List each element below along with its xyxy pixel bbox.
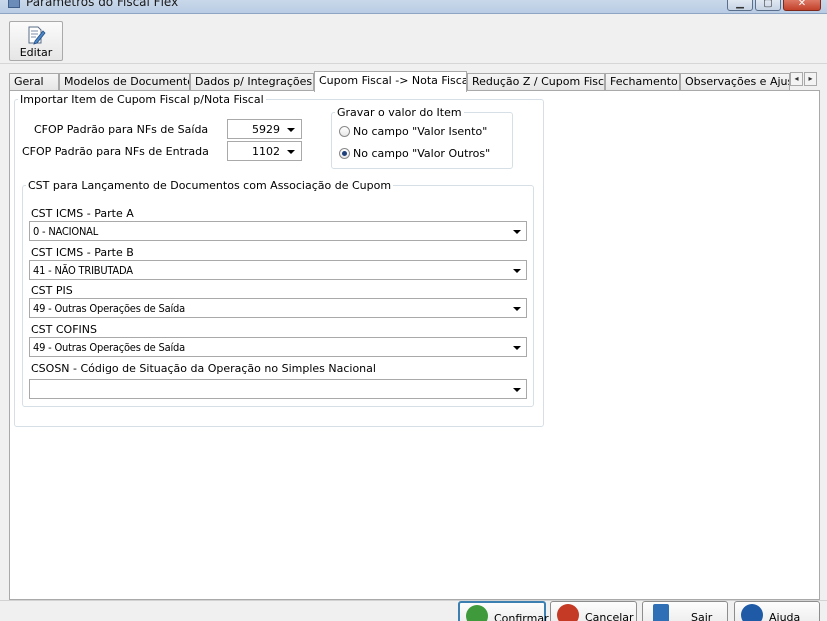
bottom-button-bar: Confirmar Cancelar Sair Ajuda — [0, 600, 827, 621]
csosn-select[interactable] — [29, 379, 527, 399]
cancelar-label: Cancelar — [585, 611, 634, 621]
gravar-group-legend: Gravar o valor do Item — [337, 106, 462, 119]
minimize-icon: ▁ — [736, 0, 744, 9]
cst-icms-a-value: 0 - NACIONAL — [33, 225, 99, 238]
editar-label: Editar — [19, 46, 53, 59]
help-circle-icon — [741, 604, 763, 621]
cst-cofins-label: CST COFINS — [31, 323, 97, 336]
minimize-button[interactable]: ▁ — [727, 0, 753, 11]
chevron-down-icon — [287, 128, 295, 132]
cfop-entrada-select[interactable]: 1102 — [227, 141, 302, 161]
cfop-saida-value: 5929 — [252, 123, 280, 136]
chevron-down-icon — [513, 346, 521, 350]
tab-strip: Geral Modelos de Documento Dados p/ Inte… — [9, 71, 819, 92]
cst-pis-select[interactable]: 49 - Outras Operações de Saída — [29, 298, 527, 318]
cst-pis-label: CST PIS — [31, 284, 73, 297]
tab-dados-integracoes[interactable]: Dados p/ Integrações — [190, 73, 314, 91]
cst-icms-a-label: CST ICMS - Parte A — [31, 207, 134, 220]
cancelar-button[interactable]: Cancelar — [550, 601, 637, 621]
maximize-icon: ▢ — [763, 0, 773, 9]
tab-cupom-fiscal-nota-fiscal[interactable]: Cupom Fiscal -> Nota Fiscal — [314, 71, 467, 92]
tab-scroll-left-button[interactable]: ◂ — [790, 72, 803, 86]
cancel-circle-icon — [557, 604, 579, 621]
cst-icms-b-label: CST ICMS - Parte B — [31, 246, 134, 259]
chevron-left-icon: ◂ — [794, 74, 799, 83]
radio-valor-isento-label: No campo "Valor Isento" — [353, 125, 488, 138]
close-button[interactable]: ✕ — [783, 0, 821, 11]
cst-icms-b-select[interactable]: 41 - NÃO TRIBUTADA — [29, 260, 527, 280]
chevron-down-icon — [513, 307, 521, 311]
radio-checked-icon — [339, 148, 350, 159]
cst-cofins-value: 49 - Outras Operações de Saída — [33, 341, 185, 354]
cfop-entrada-value: 1102 — [252, 145, 280, 158]
sair-label: Sair — [691, 611, 713, 621]
chevron-down-icon — [513, 269, 521, 273]
chevron-down-icon — [513, 230, 521, 234]
confirmar-label: Confirmar — [494, 612, 549, 621]
chevron-right-icon: ▸ — [808, 74, 813, 83]
check-circle-icon — [466, 605, 488, 621]
editar-button[interactable]: Editar — [9, 21, 63, 61]
import-group-legend: Importar Item de Cupom Fiscal p/Nota Fis… — [20, 93, 264, 106]
title-bar: Parâmetros do Fiscal Flex ▁ ▢ ✕ — [0, 0, 827, 14]
app-icon — [8, 0, 20, 8]
csosn-label: CSOSN - Código de Situação da Operação n… — [31, 362, 376, 375]
cfop-saida-select[interactable]: 5929 — [227, 119, 302, 139]
chevron-down-icon — [513, 388, 521, 392]
tab-page-cupom-fiscal: Importar Item de Cupom Fiscal p/Nota Fis… — [9, 90, 820, 600]
sair-button[interactable]: Sair — [642, 601, 728, 621]
cst-cofins-select[interactable]: 49 - Outras Operações de Saída — [29, 337, 527, 357]
tab-scroll-right-button[interactable]: ▸ — [804, 72, 817, 86]
tab-reducao-z[interactable]: Redução Z / Cupom Fiscal — [467, 73, 605, 91]
close-icon: ✕ — [797, 0, 807, 9]
ajuda-label: Ajuda — [769, 611, 801, 621]
tab-modelos-documento[interactable]: Modelos de Documento — [59, 73, 190, 91]
cst-pis-value: 49 - Outras Operações de Saída — [33, 302, 185, 315]
tab-geral[interactable]: Geral — [9, 73, 59, 91]
cst-icms-a-select[interactable]: 0 - NACIONAL — [29, 221, 527, 241]
radio-unchecked-icon — [339, 126, 350, 137]
radio-valor-outros-label: No campo "Valor Outros" — [353, 147, 491, 160]
chevron-down-icon — [287, 150, 295, 154]
window-title: Parâmetros do Fiscal Flex — [26, 0, 179, 9]
cst-group-legend: CST para Lançamento de Documentos com As… — [28, 179, 392, 192]
tab-fechamento[interactable]: Fechamento — [605, 73, 680, 91]
maximize-button[interactable]: ▢ — [755, 0, 781, 11]
cfop-entrada-label: CFOP Padrão para NFs de Entrada — [22, 145, 209, 158]
exit-door-icon — [653, 604, 669, 621]
edit-document-icon — [28, 26, 46, 45]
tab-observacoes[interactable]: Observações e Ajus — [680, 73, 790, 91]
toolbar: Editar — [0, 14, 827, 64]
cfop-saida-label: CFOP Padrão para NFs de Saída — [34, 123, 209, 136]
confirmar-button[interactable]: Confirmar — [458, 601, 549, 621]
cst-icms-b-value: 41 - NÃO TRIBUTADA — [33, 264, 133, 277]
ajuda-button[interactable]: Ajuda — [734, 601, 820, 621]
